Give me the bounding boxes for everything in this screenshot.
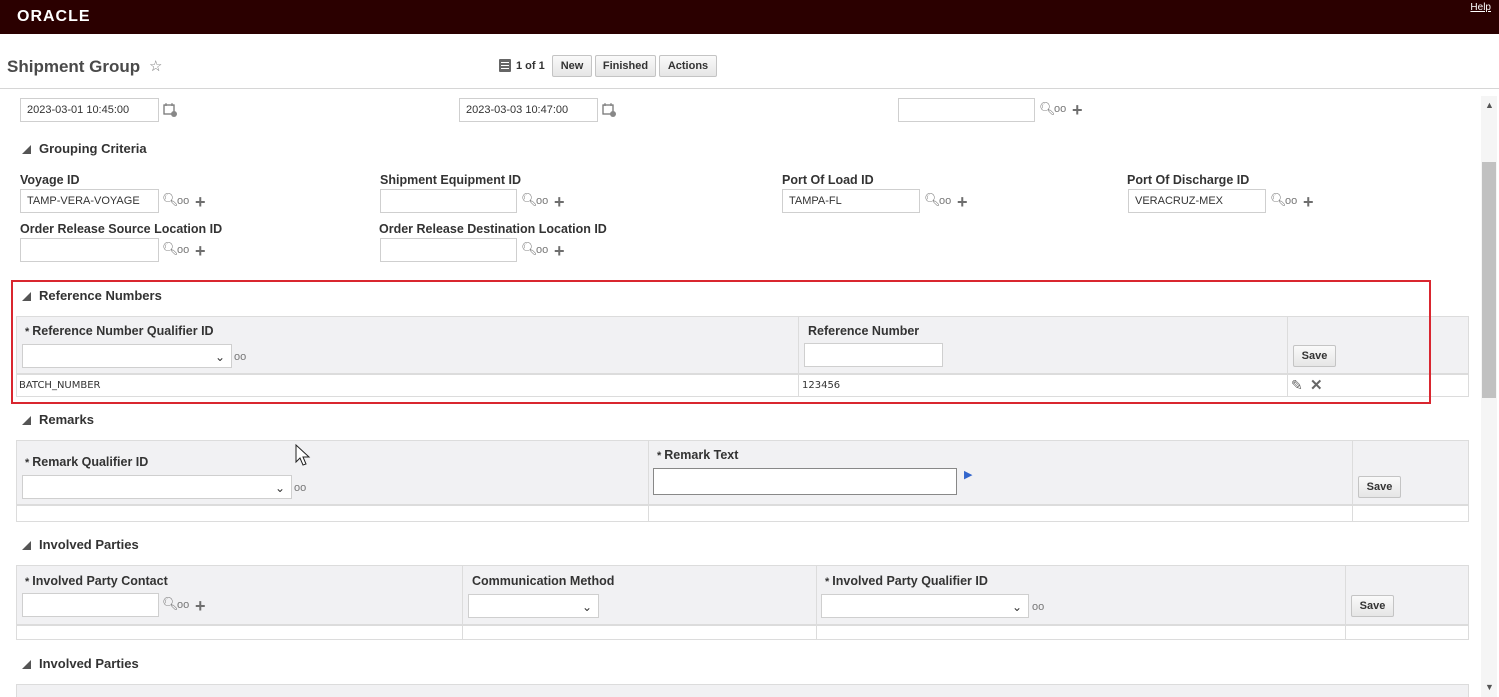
view-details-icon[interactable]: oo [177,599,189,611]
calendar-icon[interactable] [602,103,616,117]
chevron-down-icon: ⌄ [581,600,592,614]
view-details-icon[interactable]: oo [177,195,189,207]
view-details-icon[interactable]: oo [294,482,306,494]
view-details-icon[interactable]: oo [1285,195,1297,207]
page-title: Shipment Group [7,57,141,76]
party-contact-column-header: * Involved Party Contact [25,574,168,588]
top-bar [0,0,1499,34]
pager-text: 1 of 1 [516,60,545,72]
lookup-input[interactable] [898,98,1035,122]
highlight-box [11,280,1431,404]
pod-input[interactable]: VERACRUZ-MEX [1128,189,1266,213]
favorite-star-icon[interactable]: ☆ [149,57,162,75]
remark-qualifier-select[interactable]: ⌄ [22,475,292,499]
communication-method-column-header: Communication Method [472,574,615,588]
add-icon[interactable]: + [195,193,206,211]
view-details-icon[interactable]: oo [939,195,951,207]
view-details-icon[interactable]: oo [177,244,189,256]
column-divider [1345,565,1346,640]
grouping-criteria-header[interactable]: Grouping Criteria [22,141,147,156]
add-icon[interactable]: + [195,242,206,260]
add-icon[interactable]: + [1303,193,1314,211]
party-contact-input[interactable] [22,593,159,617]
chevron-down-icon: ⌄ [1011,600,1022,614]
save-button[interactable]: Save [1358,476,1401,498]
destination-location-label: Order Release Destination Location ID [379,222,607,236]
voyage-label: Voyage ID [20,173,80,187]
involved-parties-header[interactable]: Involved Parties [22,537,139,552]
involved-parties-table-header [16,565,1469,625]
column-divider [1352,440,1353,522]
scrollbar-thumb[interactable] [1482,162,1496,398]
pol-label: Port Of Load ID [782,173,874,187]
destination-location-input[interactable] [380,238,517,262]
help-link[interactable]: Help [1470,2,1491,13]
collapse-icon[interactable] [22,416,31,425]
party-qualifier-column-header: * Involved Party Qualifier ID [825,574,988,588]
source-location-input[interactable] [20,238,159,262]
communication-method-select[interactable]: ⌄ [468,594,599,618]
equipment-label: Shipment Equipment ID [380,173,521,187]
remark-qualifier-column-header: * Remark Qualifier ID [25,455,149,469]
actions-button[interactable]: Actions [659,55,717,77]
collapse-icon[interactable] [22,145,31,154]
title-bar [0,34,1499,89]
save-button[interactable]: Save [1351,595,1394,617]
view-details-icon[interactable]: oo [536,195,548,207]
remarks-header[interactable]: Remarks [22,412,94,427]
end-date-input[interactable]: 2023-03-03 10:47:00 [459,98,598,122]
involved-parties-header-2[interactable]: Involved Parties [22,656,139,671]
table-row[interactable] [16,505,1469,522]
add-icon[interactable]: + [195,597,206,615]
expand-arrow-icon[interactable]: ▶ [964,468,972,481]
finished-button[interactable]: Finished [595,55,656,77]
remark-text-area[interactable] [653,468,957,495]
view-details-icon[interactable]: oo [1032,601,1044,613]
oracle-logo: ORACLE [17,8,91,25]
source-location-label: Order Release Source Location ID [20,222,223,236]
record-list-icon[interactable] [499,59,511,72]
involved-parties-table-header-2 [16,684,1469,697]
chevron-down-icon: ⌄ [274,481,285,495]
table-row[interactable] [16,625,1469,640]
party-qualifier-select[interactable]: ⌄ [821,594,1029,618]
pod-label: Port Of Discharge ID [1127,173,1250,187]
pol-input[interactable]: TAMPA-FL [782,189,920,213]
scroll-up-icon[interactable]: ▲ [1485,100,1494,110]
add-icon[interactable]: + [1072,101,1083,119]
add-icon[interactable]: + [554,193,565,211]
equipment-input[interactable] [380,189,517,213]
collapse-icon[interactable] [22,541,31,550]
new-button[interactable]: New [552,55,592,77]
add-icon[interactable]: + [957,193,968,211]
start-date-input[interactable]: 2023-03-01 10:45:00 [20,98,159,122]
collapse-icon[interactable] [22,660,31,669]
scroll-down-icon[interactable]: ▼ [1485,682,1494,692]
view-details-icon[interactable]: oo [536,244,548,256]
column-divider [462,565,463,640]
remark-text-column-header: * Remark Text [657,448,739,462]
column-divider [816,565,817,640]
calendar-icon[interactable] [163,103,177,117]
add-icon[interactable]: + [554,242,565,260]
mouse-cursor-icon [295,444,311,466]
voyage-input[interactable]: TAMP-VERA-VOYAGE [20,189,159,213]
view-details-icon[interactable]: oo [1054,103,1066,115]
column-divider [648,440,649,522]
